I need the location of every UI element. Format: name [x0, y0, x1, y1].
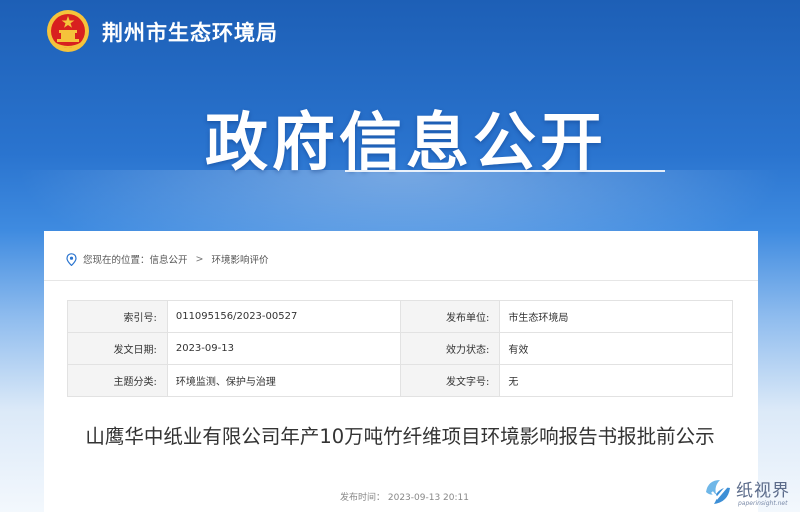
- meta-value-status: 有效: [499, 332, 733, 365]
- table-row: 索引号: 011095156/2023-00527 发布单位: 市生态环境局: [67, 300, 733, 333]
- breadcrumb-separator: >: [195, 253, 204, 265]
- site-name[interactable]: 荆州市生态环境局: [102, 17, 278, 47]
- watermark-url: paperinsight.net: [738, 500, 788, 507]
- breadcrumb-link-eia[interactable]: 环境影响评价: [212, 252, 269, 266]
- national-emblem-icon[interactable]: [46, 9, 90, 53]
- meta-value-publisher: 市生态环境局: [499, 300, 733, 333]
- meta-value-doc-number: 无: [499, 364, 733, 397]
- breadcrumb-prefix: 您现在的位置：: [83, 255, 150, 266]
- watermark: 纸视界 paperinsight.net: [702, 474, 800, 512]
- breadcrumb: 您现在的位置： 信息公开 > 环境影响评价: [66, 252, 269, 266]
- table-row: 主题分类: 环境监测、保护与治理 发文字号: 无: [67, 364, 733, 397]
- meta-key-publisher: 发布单位:: [399, 300, 501, 333]
- meta-key-date: 发文日期:: [67, 332, 168, 365]
- watermark-text: 纸视界: [736, 481, 790, 501]
- meta-value-date: 2023-09-13: [166, 332, 401, 365]
- breadcrumb-link-info-public[interactable]: 信息公开: [150, 252, 188, 266]
- document-meta-table: 索引号: 011095156/2023-00527 发布单位: 市生态环境局 发…: [67, 300, 733, 397]
- hero-underline: [345, 170, 665, 172]
- watermark-logo-icon: [706, 480, 730, 504]
- meta-key-topic: 主题分类:: [67, 364, 168, 397]
- location-pin-icon: [66, 252, 77, 266]
- meta-value-index: 011095156/2023-00527: [166, 300, 401, 333]
- meta-key-doc-number: 发文字号:: [399, 364, 501, 397]
- breadcrumb-divider: [44, 280, 758, 281]
- publish-time: 发布时间： 2023-09-13 20:11: [340, 493, 469, 503]
- meta-value-topic: 环境监测、保护与治理: [166, 364, 401, 397]
- table-row: 发文日期: 2023-09-13 效力状态: 有效: [67, 332, 733, 365]
- article-title: 山鹰华中纸业有限公司年产10万吨竹纤维项目环境影响报告书报批前公示: [85, 425, 715, 448]
- meta-key-index: 索引号:: [67, 300, 168, 333]
- meta-key-status: 效力状态:: [399, 332, 501, 365]
